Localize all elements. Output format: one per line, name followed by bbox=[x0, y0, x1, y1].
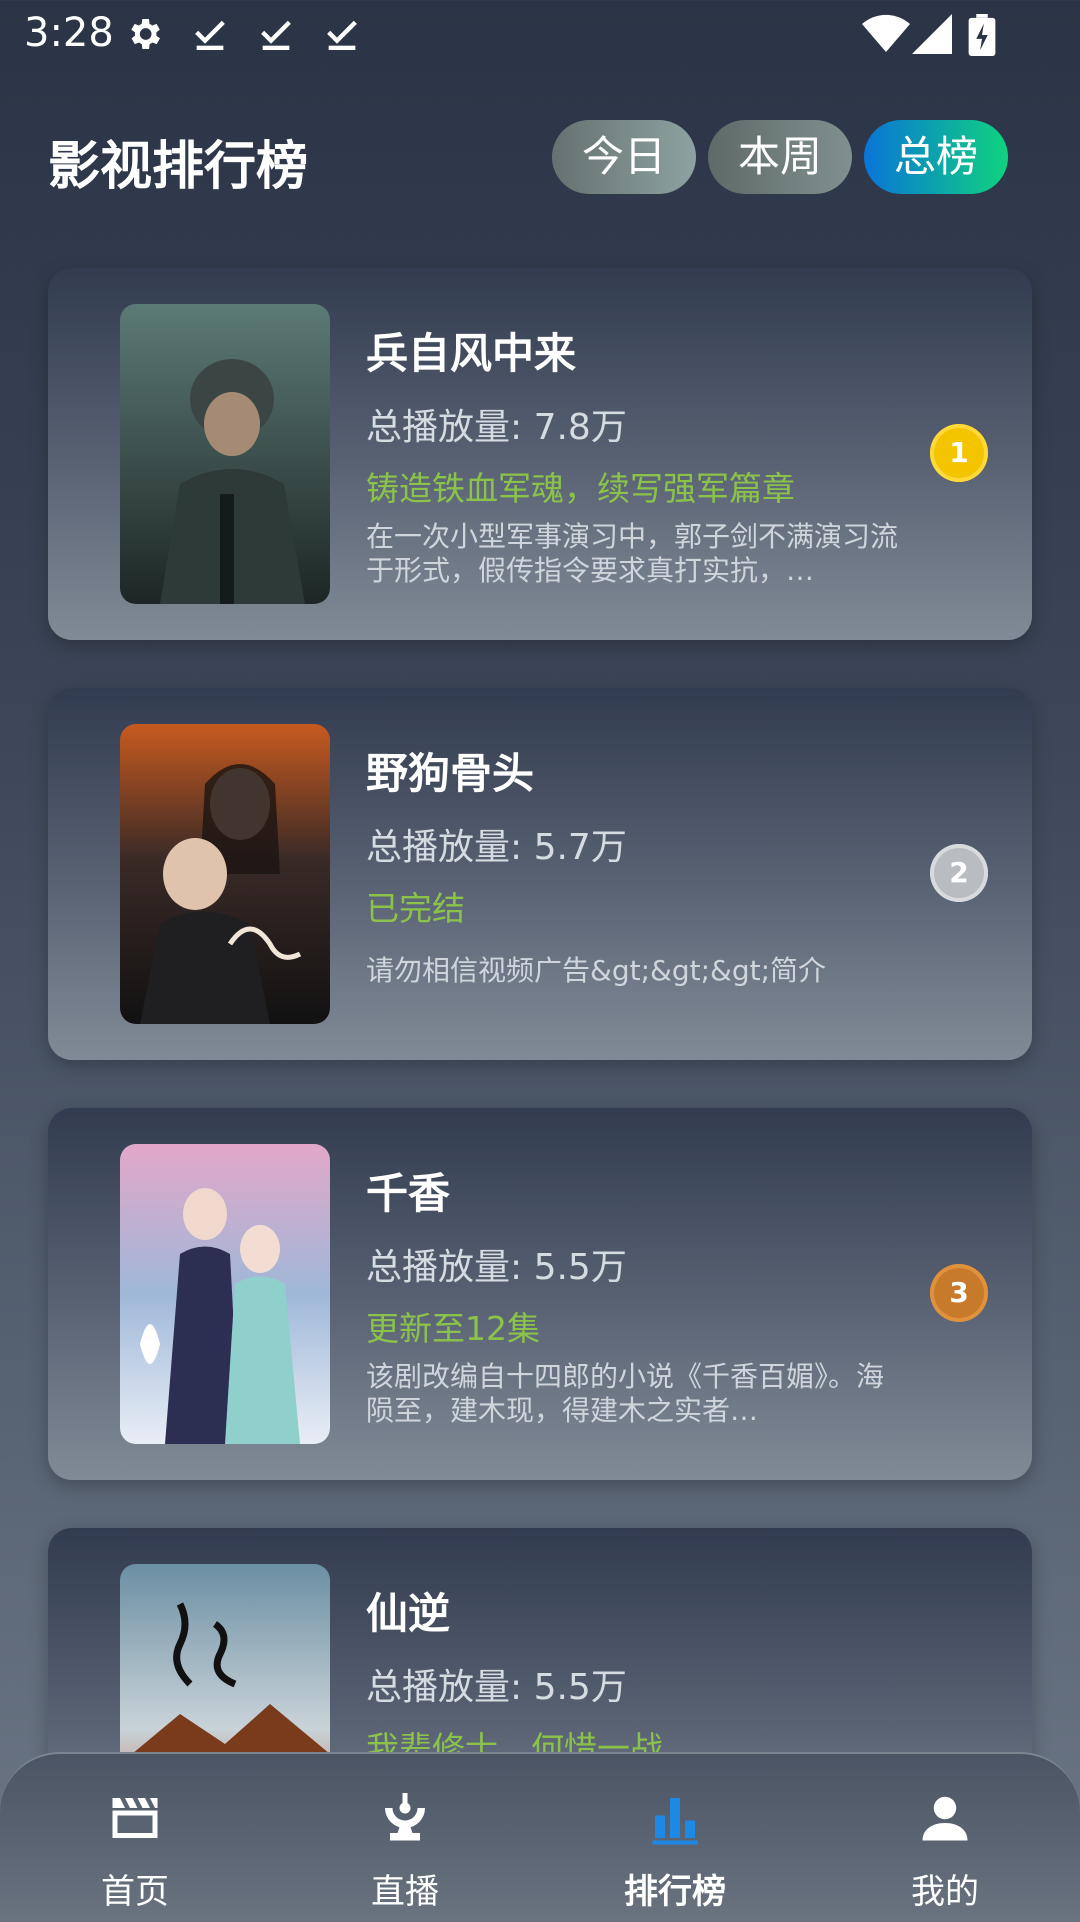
nav-home[interactable]: 首页 bbox=[0, 1754, 270, 1922]
nav-label: 首页 bbox=[101, 1872, 169, 1912]
status-time: 3:28 bbox=[24, 10, 114, 56]
nav-profile[interactable]: 我的 bbox=[810, 1754, 1080, 1922]
card-title: 兵自风中来 bbox=[366, 329, 577, 378]
bar-chart-icon bbox=[652, 1798, 698, 1845]
rank-badge: 1 bbox=[930, 424, 988, 482]
poster-image bbox=[120, 1144, 330, 1444]
poster-image bbox=[120, 724, 330, 1024]
ranking-card[interactable]: 千香 总播放量: 5.5万 更新至12集 该剧改编自十四郎的小说《千香百媚》。海… bbox=[48, 1108, 1032, 1480]
description: 该剧改编自十四郎的小说《千香百媚》。海陨至，建木现，得建木之实者… bbox=[366, 1360, 885, 1427]
person-icon bbox=[922, 1796, 968, 1841]
download-done-icon bbox=[195, 20, 225, 50]
card-title: 野狗骨头 bbox=[366, 749, 535, 798]
play-count: 总播放量: 5.7万 bbox=[366, 827, 627, 868]
nav-label: 我的 bbox=[911, 1872, 979, 1912]
nav-label: 直播 bbox=[371, 1872, 439, 1912]
tagline: 已完结 bbox=[366, 889, 465, 928]
rank-badge: 3 bbox=[930, 1264, 988, 1322]
nav-ranking[interactable]: 排行榜 bbox=[540, 1754, 810, 1922]
live-antenna-icon bbox=[385, 1793, 425, 1841]
tab-today[interactable]: 今日 bbox=[552, 120, 696, 194]
play-count: 总播放量: 7.8万 bbox=[366, 407, 627, 448]
signal-icon bbox=[912, 14, 952, 54]
play-count: 总播放量: 5.5万 bbox=[366, 1667, 627, 1708]
card-title: 千香 bbox=[366, 1169, 451, 1218]
play-count: 总播放量: 5.5万 bbox=[366, 1247, 627, 1288]
nav-label: 排行榜 bbox=[624, 1872, 726, 1912]
tagline: 铸造铁血军魂，续写强军篇章 bbox=[366, 469, 795, 508]
ranking-card[interactable]: 兵自风中来 总播放量: 7.8万 铸造铁血军魂，续写强军篇章 在一次小型军事演习… bbox=[48, 268, 1032, 640]
status-bar: 3:28 bbox=[0, 0, 1080, 72]
clapperboard-icon bbox=[112, 1798, 158, 1838]
ranking-card[interactable]: 野狗骨头 总播放量: 5.7万 已完结 请勿相信视频广告&gt;&gt;&gt;… bbox=[48, 688, 1032, 1060]
header: 影视排行榜 今日 本周 总榜 bbox=[0, 100, 1080, 220]
download-done-icon bbox=[261, 20, 291, 50]
rank-badge: 2 bbox=[930, 844, 988, 902]
gear-icon bbox=[131, 19, 160, 49]
description: 在一次小型军事演习中，郭子剑不满演习流于形式，假传指令要求真打实抗，… bbox=[366, 520, 899, 587]
card-title: 仙逆 bbox=[366, 1589, 451, 1638]
tab-overall[interactable]: 总榜 bbox=[864, 120, 1008, 194]
tab-this-week[interactable]: 本周 bbox=[708, 120, 852, 194]
poster-image bbox=[120, 304, 330, 604]
wifi-icon bbox=[862, 14, 910, 53]
description: 请勿相信视频广告&gt;&gt;&gt;简介 bbox=[366, 954, 827, 987]
page-title: 影视排行榜 bbox=[48, 137, 309, 197]
tagline: 更新至12集 bbox=[366, 1309, 540, 1348]
download-done-icon bbox=[327, 20, 357, 50]
bottom-navigation: 首页 直播 排行榜 我的 bbox=[0, 1752, 1080, 1922]
nav-live[interactable]: 直播 bbox=[270, 1754, 540, 1922]
battery-charging-icon bbox=[968, 14, 996, 56]
